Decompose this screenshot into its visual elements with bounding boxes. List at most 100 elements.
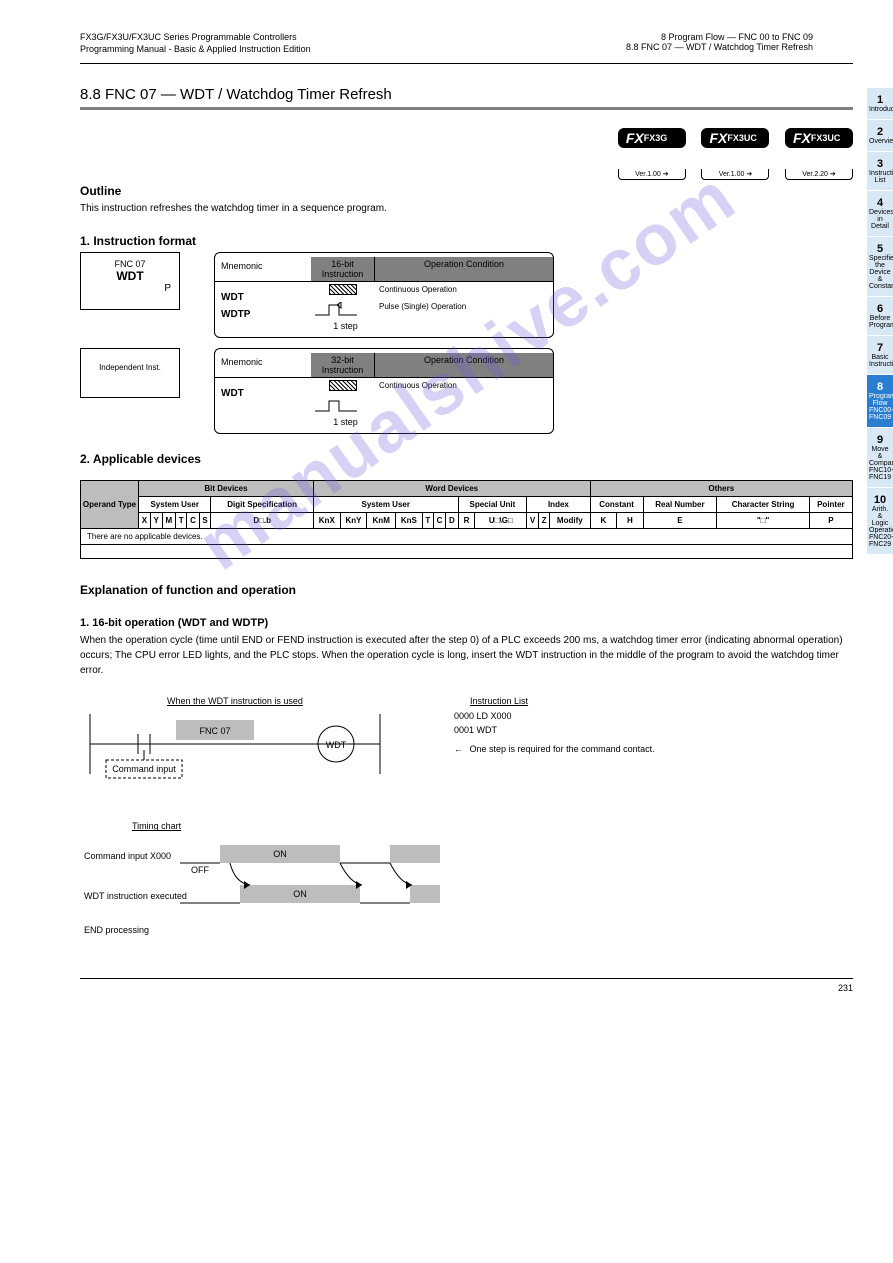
rb1-cond1: Continuous Operation [379, 285, 549, 294]
col-3: T [176, 513, 187, 529]
format-row-1: FNC 07 WDT P Mnemonic 16-bit Instruction… [80, 252, 853, 338]
hatch-icon [329, 284, 357, 295]
tab-7[interactable]: 7Basic Instruction [867, 336, 893, 375]
tab-5[interactable]: 5Specified the Device & Constant [867, 237, 893, 297]
col-7: KnX [313, 513, 340, 529]
col-20: H [617, 513, 644, 529]
appdev-gh-bit: Bit Devices [139, 481, 314, 497]
func-item1: 1. 16-bit operation (WDT and WDTP) [80, 617, 853, 629]
fncbox-2-label: Independent Inst. [83, 363, 177, 372]
header-chapter-2: 8.8 FNC 07 — WDT / Watchdog Timer Refres… [626, 42, 813, 52]
func-title: Explanation of function and operation [80, 583, 853, 597]
appdev-note: There are no applicable devices. [81, 529, 853, 545]
appdev-bitsub2: Digit Specification [211, 497, 313, 513]
page-header: FX3G/FX3U/FX3UC Series Programmable Cont… [80, 32, 853, 64]
section-rule [80, 107, 853, 110]
applicable-devices-table: Operand Type Bit Devices Word Devices Ot… [80, 480, 853, 559]
format-fncbox-1: FNC 07 WDT P [80, 252, 180, 310]
badge-fx3uc-1: FXFX3UC [701, 128, 769, 148]
tab-1[interactable]: 1Introduction [867, 88, 893, 120]
fncbox-1-line2: WDT [83, 269, 177, 283]
col-13: D [446, 513, 458, 529]
col-22: "□" [717, 513, 809, 529]
col-11: T [422, 513, 433, 529]
section-heading: 8.8 FNC 07 — WDT / Watchdog Timer Refres… [80, 86, 853, 103]
instruction-list: 0000 LD X000 0001 WDT One step is requir… [454, 710, 710, 757]
rb2-cond: Continuous Operation [379, 381, 549, 390]
rb2-desc: Operation Condition [375, 353, 553, 377]
format-rightbox-2: Mnemonic 32-bit Instruction Operation Co… [214, 348, 554, 434]
appdev-wsub1: System User [313, 497, 458, 513]
appdev-osub3: Character String [717, 497, 809, 513]
tab-8[interactable]: 8Program Flow FNC00-FNC09 [867, 375, 893, 428]
rb1-desc: Operation Condition [375, 257, 553, 281]
timing-chart-block: Timing chart Command input X000 ON OFF W… [80, 821, 853, 950]
col-12: C [433, 513, 445, 529]
appdev-gh-word: Word Devices [313, 481, 590, 497]
format-title: 1. Instruction format [80, 234, 853, 248]
fncbox-1-bottom: P [83, 283, 177, 294]
tab-4[interactable]: 4Devices in Detail [867, 191, 893, 237]
timing-on1: ON [273, 849, 287, 859]
model-badges: FXFX3G Ver.1.00 ➔ FXFX3UC Ver.1.00 ➔ FXF… [80, 128, 853, 166]
col-23: P [809, 513, 852, 529]
tab-10[interactable]: 10Arith. & Logic Operation FNC20-FNC29 [867, 488, 893, 555]
tab-3[interactable]: 3Instruction List [867, 152, 893, 191]
col-0: X [139, 513, 151, 529]
appdev-osub4: Pointer [809, 497, 852, 513]
col-6: D□.b [211, 513, 313, 529]
col-14: R [458, 513, 475, 529]
rb1-left: Mnemonic [215, 257, 311, 281]
page-number: 231 [838, 983, 853, 993]
col-1: Y [150, 513, 162, 529]
rb2-name: WDT [221, 388, 311, 399]
inst-note: One step is required for the command con… [454, 743, 710, 757]
diagram-row: When the WDT instruction is used FNC 07 … [80, 696, 853, 799]
format-rightbox-1: Mnemonic 16-bit Instruction Operation Co… [214, 252, 554, 338]
appdev-wsub2: Special Unit [458, 497, 527, 513]
col-18: Modify [550, 513, 591, 529]
ladder-cmd-label: Command input [112, 764, 176, 774]
format-row-2: Independent Inst. Mnemonic 32-bit Instru… [80, 348, 853, 434]
ladder-diagram: FNC 07 WDT Command input [80, 710, 390, 796]
rb2-steps: 1 step [317, 417, 374, 427]
badge-fx3g-ver: Ver.1.00 ➔ [618, 169, 686, 180]
col-5: S [199, 513, 211, 529]
appdev-gh-other: Others [590, 481, 852, 497]
header-chapter-1: 8 Program Flow — FNC 00 to FNC 09 [626, 32, 813, 42]
tab-2[interactable]: 2Overview [867, 120, 893, 152]
rb1-name-p: WDTP [221, 309, 311, 320]
rb1-name: WDT [221, 292, 311, 303]
inst-line2: 0001 WDT [454, 724, 710, 738]
timing-x-label: Command input X000 [84, 851, 171, 861]
timing-off1: OFF [191, 865, 209, 875]
rb2-left: Mnemonic [215, 353, 311, 377]
col-4: C [187, 513, 199, 529]
timing-wdt-label: WDT instruction executed [84, 891, 187, 901]
appdev-osub2: Real Number [643, 497, 717, 513]
tab-6[interactable]: 6Before Programming [867, 297, 893, 336]
badge-fx3uc-2-ver: Ver.2.20 ➔ [785, 169, 853, 180]
ladder-fnc-label: FNC 07 [199, 726, 230, 736]
pulse-icon [313, 302, 373, 318]
badge-fx3uc-1-ver: Ver.1.00 ➔ [701, 169, 769, 180]
hatch-icon-2 [329, 380, 357, 391]
ladder-diagram-box: When the WDT instruction is used FNC 07 … [80, 696, 390, 799]
outline-text: This instruction refreshes the watchdog … [80, 202, 853, 216]
timing-caption: Timing chart [132, 821, 853, 831]
header-right: 8 Program Flow — FNC 00 to FNC 09 8.8 FN… [626, 32, 813, 52]
pulse-icon-2 [313, 398, 373, 414]
func-text1: When the operation cycle (time until END… [80, 633, 853, 678]
col-9: KnM [367, 513, 396, 529]
header-rule [80, 63, 853, 64]
instlist-caption: Instruction List [470, 696, 710, 706]
page-footer: 231 [80, 978, 853, 993]
inst-note-text: One step is required for the command con… [470, 744, 655, 754]
col-8: KnY [340, 513, 367, 529]
col-17: Z [538, 513, 549, 529]
badge-fx3g: FXFX3G [618, 128, 686, 148]
tab-9[interactable]: 9Move & Compare FNC10-FNC19 [867, 428, 893, 488]
col-21: E [643, 513, 717, 529]
inst-line1: 0000 LD X000 [454, 710, 710, 724]
rb1-cond2: Pulse (Single) Operation [379, 302, 549, 311]
